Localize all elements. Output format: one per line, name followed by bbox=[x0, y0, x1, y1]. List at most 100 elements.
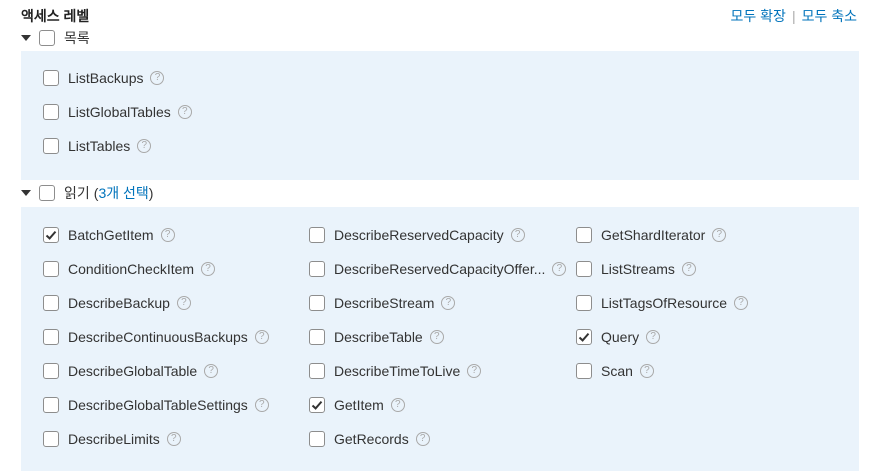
help-icon[interactable]: ? bbox=[734, 296, 749, 310]
permission-label: DescribeGlobalTable bbox=[68, 363, 198, 379]
help-icon[interactable]: ? bbox=[429, 330, 444, 344]
permission-checkbox[interactable] bbox=[309, 397, 325, 413]
help-icon[interactable]: ? bbox=[254, 398, 269, 412]
help-icon[interactable]: ? bbox=[137, 139, 152, 153]
permission-checkbox[interactable] bbox=[309, 295, 325, 311]
permission-label: Query bbox=[601, 329, 640, 345]
permission-item[interactable]: GetItem? bbox=[309, 395, 405, 415]
permission-item[interactable]: Scan? bbox=[576, 361, 654, 381]
permission-item[interactable]: DescribeTimeToLive? bbox=[309, 361, 482, 381]
permission-item[interactable]: ListBackups ? bbox=[43, 68, 165, 88]
permission-item[interactable]: ConditionCheckItem? bbox=[43, 259, 216, 279]
permission-label: ListStreams bbox=[601, 261, 675, 277]
help-icon[interactable]: ? bbox=[681, 262, 696, 276]
help-icon[interactable]: ? bbox=[552, 262, 567, 276]
permission-item[interactable]: ListGlobalTables ? bbox=[43, 102, 192, 122]
permission-label: ListBackups bbox=[68, 70, 144, 86]
permission-item[interactable]: DescribeTable? bbox=[309, 327, 444, 347]
help-icon[interactable]: ? bbox=[639, 364, 654, 378]
permission-item[interactable]: DescribeGlobalTableSettings? bbox=[43, 395, 269, 415]
help-icon[interactable]: ? bbox=[254, 330, 269, 344]
permission-label: DescribeStream bbox=[334, 295, 435, 311]
permission-checkbox[interactable] bbox=[43, 363, 59, 379]
permission-item[interactable]: ListTables ? bbox=[43, 136, 152, 156]
permission-checkbox[interactable] bbox=[43, 431, 59, 447]
permission-item[interactable]: ListStreams? bbox=[576, 259, 696, 279]
permission-item[interactable]: DescribeStream? bbox=[309, 293, 456, 313]
permission-item[interactable]: DescribeReservedCapacity? bbox=[309, 225, 525, 245]
permission-checkbox[interactable] bbox=[43, 138, 59, 154]
permission-label: ConditionCheckItem bbox=[68, 261, 195, 277]
permission-label: DescribeTable bbox=[334, 329, 423, 345]
help-icon[interactable]: ? bbox=[201, 262, 216, 276]
permission-item[interactable]: Query? bbox=[576, 327, 661, 347]
permission-label: ListTagsOfResource bbox=[601, 295, 728, 311]
caret-down-icon[interactable] bbox=[21, 190, 31, 196]
permission-checkbox[interactable] bbox=[43, 70, 59, 86]
permission-checkbox[interactable] bbox=[43, 227, 59, 243]
group-list-row: 목록 bbox=[21, 28, 90, 48]
permission-checkbox[interactable] bbox=[309, 329, 325, 345]
permission-checkbox[interactable] bbox=[43, 329, 59, 345]
permission-label: DescribeBackup bbox=[68, 295, 170, 311]
permission-checkbox[interactable] bbox=[309, 227, 325, 243]
permission-checkbox[interactable] bbox=[309, 261, 325, 277]
group-read-checkbox[interactable] bbox=[39, 185, 55, 201]
group-list-label: 목록 bbox=[64, 30, 90, 46]
permission-item[interactable]: ListTagsOfResource? bbox=[576, 293, 749, 313]
group-list-checkbox[interactable] bbox=[39, 30, 55, 46]
help-icon[interactable]: ? bbox=[510, 228, 525, 242]
permission-checkbox[interactable] bbox=[309, 431, 325, 447]
permission-label: DescribeReservedCapacity bbox=[334, 227, 504, 243]
collapse-all-link[interactable]: 모두 축소 bbox=[802, 6, 857, 26]
permission-checkbox[interactable] bbox=[576, 329, 592, 345]
expand-all-link[interactable]: 모두 확장 bbox=[731, 6, 786, 26]
permission-label: Scan bbox=[601, 363, 633, 379]
help-icon[interactable]: ? bbox=[160, 228, 175, 242]
help-icon[interactable]: ? bbox=[415, 432, 430, 446]
permission-item[interactable]: BatchGetItem? bbox=[43, 225, 175, 245]
help-icon[interactable]: ? bbox=[467, 364, 482, 378]
help-icon[interactable]: ? bbox=[150, 71, 165, 85]
caret-down-icon[interactable] bbox=[21, 35, 31, 41]
permission-item[interactable]: DescribeBackup? bbox=[43, 293, 191, 313]
permission-item[interactable]: GetShardIterator? bbox=[576, 225, 727, 245]
permission-label: GetShardIterator bbox=[601, 227, 706, 243]
permission-checkbox[interactable] bbox=[43, 261, 59, 277]
permission-label: ListGlobalTables bbox=[68, 104, 171, 120]
permission-item[interactable]: DescribeLimits? bbox=[43, 429, 181, 449]
permission-item[interactable]: GetRecords? bbox=[309, 429, 430, 449]
permission-item[interactable]: DescribeReservedCapacityOffer...? bbox=[309, 259, 567, 279]
permission-label: DescribeLimits bbox=[68, 431, 160, 447]
permission-checkbox[interactable] bbox=[576, 295, 592, 311]
permission-checkbox[interactable] bbox=[309, 363, 325, 379]
permission-checkbox[interactable] bbox=[43, 397, 59, 413]
group-read-label: 읽기 bbox=[64, 185, 90, 201]
permission-label: DescribeContinuousBackups bbox=[68, 329, 248, 345]
checkmark-icon bbox=[578, 332, 590, 342]
help-icon[interactable]: ? bbox=[390, 398, 405, 412]
access-level-header: 액세스 레벨 모두 확장 | 모두 축소 bbox=[0, 0, 873, 30]
help-icon[interactable]: ? bbox=[166, 432, 181, 446]
help-icon[interactable]: ? bbox=[712, 228, 727, 242]
permission-checkbox[interactable] bbox=[43, 295, 59, 311]
help-icon[interactable]: ? bbox=[176, 296, 191, 310]
access-level-title: 액세스 레벨 bbox=[21, 8, 90, 24]
permission-label: BatchGetItem bbox=[68, 227, 154, 243]
permission-item[interactable]: DescribeContinuousBackups? bbox=[43, 327, 269, 347]
group-read-row: 읽기 (3개 선택) bbox=[21, 183, 153, 203]
permission-checkbox[interactable] bbox=[576, 261, 592, 277]
permission-checkbox[interactable] bbox=[576, 227, 592, 243]
permission-checkbox[interactable] bbox=[576, 363, 592, 379]
selected-count-text: 3개 선택 bbox=[98, 185, 149, 201]
permission-item[interactable]: DescribeGlobalTable? bbox=[43, 361, 219, 381]
permission-label: DescribeReservedCapacityOffer... bbox=[334, 261, 546, 277]
help-icon[interactable]: ? bbox=[204, 364, 219, 378]
help-icon[interactable]: ? bbox=[177, 105, 192, 119]
permission-checkbox[interactable] bbox=[43, 104, 59, 120]
help-icon[interactable]: ? bbox=[646, 330, 661, 344]
permission-label: GetItem bbox=[334, 397, 384, 413]
checkmark-icon bbox=[311, 400, 323, 410]
permission-label: DescribeGlobalTableSettings bbox=[68, 397, 248, 413]
help-icon[interactable]: ? bbox=[441, 296, 456, 310]
